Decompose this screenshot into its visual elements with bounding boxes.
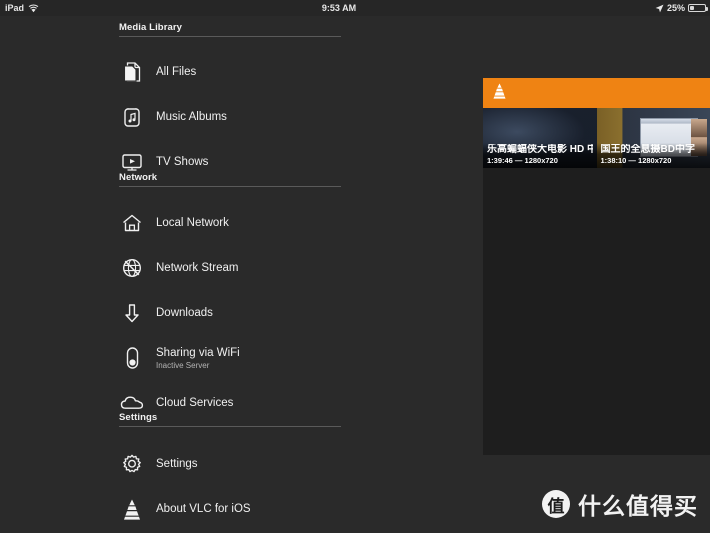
sidebar-item-music-albums[interactable]: Music Albums [119, 102, 354, 132]
sidebar-item-text: Settings [156, 457, 198, 471]
sidebar-item-text: Downloads [156, 306, 213, 320]
content-panel: 乐高蝙蝠侠大电影 HD 中英双字 1:39:46 — 1280x720 国王的全… [483, 78, 710, 455]
home-icon [119, 210, 145, 236]
content-navbar [483, 78, 710, 108]
vlc-cone-icon[interactable] [492, 82, 507, 105]
sidebar-item-text: About VLC for iOS [156, 502, 251, 516]
status-bar-right: 25% [655, 3, 708, 13]
watermark: 值 什么值得买 [542, 487, 698, 521]
sidebar-item-label: Cloud Services [156, 397, 234, 409]
sidebar-item-text: Local Network [156, 216, 229, 230]
sidebar-item-text: All Files [156, 65, 196, 79]
sidebar-item-text: Cloud Services [156, 396, 233, 410]
sidebar-item-settings[interactable]: Settings [119, 449, 354, 479]
music-album-icon [119, 104, 145, 130]
vlc-cone-icon [119, 496, 145, 522]
battery-icon [688, 4, 708, 12]
sidebar: Media Library All Files Music Albums TV … [0, 16, 483, 533]
gear-icon [119, 451, 145, 477]
sidebar-section-header-media-library: Media Library [119, 22, 341, 37]
sidebar-section-header-settings: Settings [119, 412, 341, 427]
sidebar-item-downloads[interactable]: Downloads [119, 298, 354, 328]
sidebar-item-label: TV Shows [156, 156, 209, 168]
sidebar-item-label: Settings [156, 458, 198, 470]
video-title: 乐高蝙蝠侠大电影 HD 中英双字 [487, 144, 593, 155]
toggle-switch-icon [119, 345, 145, 371]
battery-percent-label: 25% [666, 3, 685, 13]
sidebar-item-label: Music Albums [156, 111, 227, 123]
files-icon [119, 59, 145, 85]
clock-label: 9:53 AM [321, 3, 357, 13]
video-duration-resolution: 1:38:10 — 1280x720 [600, 156, 672, 165]
video-cell[interactable]: 国王的全息摄BD中字 1:38:10 — 1280x720 [596, 108, 710, 168]
globe-icon [119, 255, 145, 281]
sidebar-item-about-vlc[interactable]: About VLC for iOS [119, 494, 354, 524]
video-meta: 国王的全息摄BD中字 1:38:10 — 1280x720 [596, 143, 710, 168]
video-duration-resolution: 1:39:46 — 1280x720 [487, 156, 558, 165]
status-bar: iPad 9:53 AM 25% [0, 0, 710, 16]
video-cell[interactable]: 乐高蝙蝠侠大电影 HD 中英双字 1:39:46 — 1280x720 [483, 108, 597, 168]
sidebar-section-header-network: Network [119, 172, 341, 187]
sidebar-item-label: All Files [156, 66, 197, 78]
sidebar-item-text: TV Shows [156, 155, 208, 169]
download-arrow-icon [119, 300, 145, 326]
sidebar-item-label: Sharing via WiFi [156, 346, 240, 359]
vlc-ios-app-window: iPad 9:53 AM 25% Media Library All Files… [0, 0, 710, 533]
sidebar-item-label: Local Network [156, 217, 229, 229]
sidebar-item-subtitle: Inactive Server [156, 360, 210, 370]
status-bar-center: 9:53 AM [0, 3, 694, 13]
battery-fill [690, 6, 694, 10]
video-title: 国王的全息摄BD中字 [600, 144, 695, 155]
sidebar-item-all-files[interactable]: All Files [119, 57, 354, 87]
sidebar-item-label: Network Stream [156, 262, 239, 274]
sidebar-item-network-stream[interactable]: Network Stream [119, 253, 354, 283]
sidebar-item-local-network[interactable]: Local Network [119, 208, 354, 238]
sidebar-item-label: Downloads [156, 307, 213, 319]
sidebar-item-label: About VLC for iOS [156, 503, 251, 515]
sidebar-item-text: Music Albums [156, 110, 227, 124]
location-arrow-icon [655, 4, 664, 13]
sidebar-item-text: Network Stream [156, 261, 238, 275]
sidebar-item-text: Sharing via WiFi Inactive Server [156, 346, 240, 371]
sidebar-item-sharing-via-wifi[interactable]: Sharing via WiFi Inactive Server [119, 343, 354, 373]
video-grid: 乐高蝙蝠侠大电影 HD 中英双字 1:39:46 — 1280x720 国王的全… [483, 108, 710, 168]
watermark-text: 什么值得买 [578, 494, 698, 520]
video-meta: 乐高蝙蝠侠大电影 HD 中英双字 1:39:46 — 1280x720 [483, 143, 597, 168]
watermark-badge: 值 [542, 490, 570, 518]
